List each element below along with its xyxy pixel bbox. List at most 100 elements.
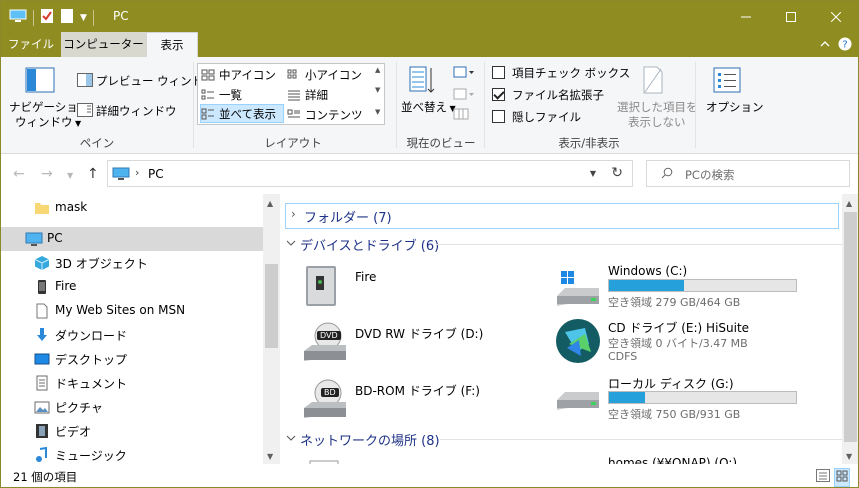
scroll-down-icon[interactable]: ▼ xyxy=(846,452,852,461)
scroll-up-icon[interactable]: ▲ xyxy=(375,66,380,74)
pc-icon[interactable] xyxy=(9,9,27,26)
list-icon xyxy=(201,89,214,99)
layout-medium-icons-label: 中アイコン xyxy=(219,67,276,82)
hide-selected-label-2: 表示しない xyxy=(628,115,686,129)
back-arrow-icon[interactable]: ← xyxy=(13,166,25,182)
devices-group-label: デバイスとドライブ (6) xyxy=(300,238,440,254)
nav-scrollbar[interactable]: ▲ ▼ xyxy=(263,194,280,464)
nav-item-mask[interactable]: mask xyxy=(1,196,263,220)
drive-free-space: 空き領域 0 バイト/3.47 MB xyxy=(608,337,748,350)
drive-g[interactable]: ローカル ディスク (G:) 空き領域 750 GB/931 GB xyxy=(555,374,835,424)
maximize-button[interactable] xyxy=(768,1,813,32)
preview-pane-icon xyxy=(77,73,93,90)
nav-item-downloads[interactable]: ダウンロード xyxy=(1,323,263,347)
close-button[interactable] xyxy=(813,1,858,32)
up-arrow-icon[interactable]: ↑ xyxy=(87,166,99,182)
nav-item-3d-objects[interactable]: 3D オブジェクト xyxy=(1,251,263,275)
sort-by-icon[interactable] xyxy=(409,65,437,98)
devices-group-header[interactable]: デバイスとドライブ (6) xyxy=(286,232,842,256)
drive-f[interactable]: BD BD-ROM ドライブ (F:) xyxy=(302,376,552,426)
nav-item-desktop[interactable]: デスクトップ xyxy=(1,347,263,371)
address-bar[interactable]: › PC ▼ ↻ xyxy=(107,160,633,187)
windows-drive-icon xyxy=(555,270,601,311)
drive-e[interactable]: CD ドライブ (E:) HiSuite 空き領域 0 バイト/3.47 MB … xyxy=(555,318,835,370)
content-scrollbar[interactable]: ▲ ▼ xyxy=(842,194,858,464)
small-icons-icon xyxy=(287,69,297,78)
ribbon-collapse-icon[interactable] xyxy=(820,37,830,54)
nav-scroll-thumb[interactable] xyxy=(265,264,278,348)
scroll-down-icon[interactable]: ▼ xyxy=(267,452,273,461)
scroll-down-icon[interactable]: ▼ xyxy=(375,86,380,94)
drive-free-space: 空き領域 750 GB/931 GB xyxy=(608,408,741,421)
nav-item-pictures[interactable]: ピクチャ xyxy=(1,395,263,419)
forward-arrow-icon[interactable]: → xyxy=(41,166,53,182)
network-item-partial[interactable] xyxy=(302,457,342,464)
layout-content[interactable]: コンテンツ xyxy=(287,105,371,124)
music-icon xyxy=(34,446,50,463)
navigation-pane-label-2[interactable]: ウィンドウ ▼ xyxy=(15,114,81,130)
svg-text:?: ? xyxy=(842,40,847,51)
new-folder-icon[interactable] xyxy=(60,8,74,27)
dvd-drive-icon xyxy=(302,321,348,364)
nav-item-pc[interactable]: PC xyxy=(1,227,263,251)
sort-by-button[interactable]: 並べ替え ▼ xyxy=(401,99,456,115)
hidden-items-label[interactable]: 隠しファイル xyxy=(512,109,581,125)
nav-item-videos[interactable]: ビデオ xyxy=(1,419,263,443)
item-checkbox-checkbox[interactable] xyxy=(492,66,505,79)
content-scroll-thumb[interactable] xyxy=(844,212,857,442)
file-extensions-label[interactable]: ファイル名拡張子 xyxy=(512,87,604,103)
layout-details[interactable]: 詳細 xyxy=(287,85,371,104)
group-by-icon[interactable] xyxy=(453,65,475,82)
recent-locations-icon[interactable]: ▼ xyxy=(67,171,73,180)
drive-c[interactable]: Windows (C:) 空き領域 279 GB/464 GB xyxy=(555,262,835,312)
nav-item-fire[interactable]: Fire xyxy=(1,275,263,299)
hidden-items-checkbox[interactable] xyxy=(492,110,505,123)
folders-group-header[interactable]: › フォルダー (7) xyxy=(285,203,839,229)
layout-list[interactable]: 一覧 xyxy=(201,85,285,104)
drive-usage-bar xyxy=(608,279,797,292)
nav-item-my-web-sites[interactable]: My Web Sites on MSN xyxy=(1,299,263,323)
layout-scroll[interactable]: ▲ ▼ ▼ xyxy=(372,64,384,124)
nav-item-documents[interactable]: ドキュメント xyxy=(1,371,263,395)
refresh-icon[interactable]: ↻ xyxy=(611,165,623,181)
address-path[interactable]: PC xyxy=(148,167,164,181)
drive-usage-fill xyxy=(609,280,684,291)
help-icon[interactable]: ? xyxy=(838,37,852,54)
properties-icon[interactable] xyxy=(40,8,54,27)
layout-medium-icons[interactable]: 中アイコン xyxy=(201,65,285,84)
videos-icon xyxy=(34,423,50,439)
search-box[interactable]: PCの検索 xyxy=(646,160,850,187)
address-dropdown-icon[interactable]: ▼ xyxy=(590,169,596,178)
network-drive-o[interactable]: homes (¥¥ONAP) (O:) xyxy=(608,456,808,464)
network-group-header[interactable]: ネットワークの場所 (8) xyxy=(286,427,842,451)
layout-small-icons[interactable]: 小アイコン xyxy=(287,65,371,84)
tab-view[interactable]: 表示 xyxy=(146,32,198,58)
minimize-button[interactable] xyxy=(723,1,768,32)
details-pane-button[interactable]: 詳細ウィンドウ xyxy=(96,103,177,119)
options-icon[interactable] xyxy=(713,67,741,96)
navigation-pane-icon[interactable] xyxy=(25,67,55,96)
scroll-up-icon[interactable]: ▲ xyxy=(267,199,273,208)
local-disk-icon xyxy=(555,386,601,417)
drive-fire[interactable]: Fire xyxy=(302,264,552,314)
network-group-label: ネットワークの場所 (8) xyxy=(300,433,440,449)
drive-name: ローカル ディスク (G:) xyxy=(608,377,734,391)
folder-icon xyxy=(34,200,50,216)
content-area: › フォルダー (7) デバイスとドライブ (6) Fire Windows (… xyxy=(282,194,842,464)
item-checkbox-label[interactable]: 項目チェック ボックス xyxy=(512,65,630,81)
expand-icon[interactable]: ▼ xyxy=(375,108,380,116)
file-extensions-checkbox[interactable] xyxy=(492,88,505,101)
breadcrumb-chevron-icon[interactable]: › xyxy=(135,166,139,179)
nav-item-label: ピクチャ xyxy=(55,401,103,415)
drive-d[interactable]: DVD DVD RW ドライブ (D:) xyxy=(302,319,552,369)
group-divider xyxy=(436,244,842,245)
tab-file[interactable]: ファイル xyxy=(1,32,61,57)
qat-dropdown-icon[interactable]: ▼ xyxy=(80,13,87,23)
tab-computer[interactable]: コンピューター xyxy=(61,32,146,57)
large-icons-view-icon[interactable] xyxy=(834,468,850,487)
options-button[interactable]: オプション xyxy=(706,99,764,115)
details-view-icon[interactable] xyxy=(816,469,830,485)
scroll-up-icon[interactable]: ▲ xyxy=(846,199,852,208)
drive-name: Windows (C:) xyxy=(608,264,688,278)
layout-tiles[interactable]: 並べて表示 xyxy=(200,104,284,123)
